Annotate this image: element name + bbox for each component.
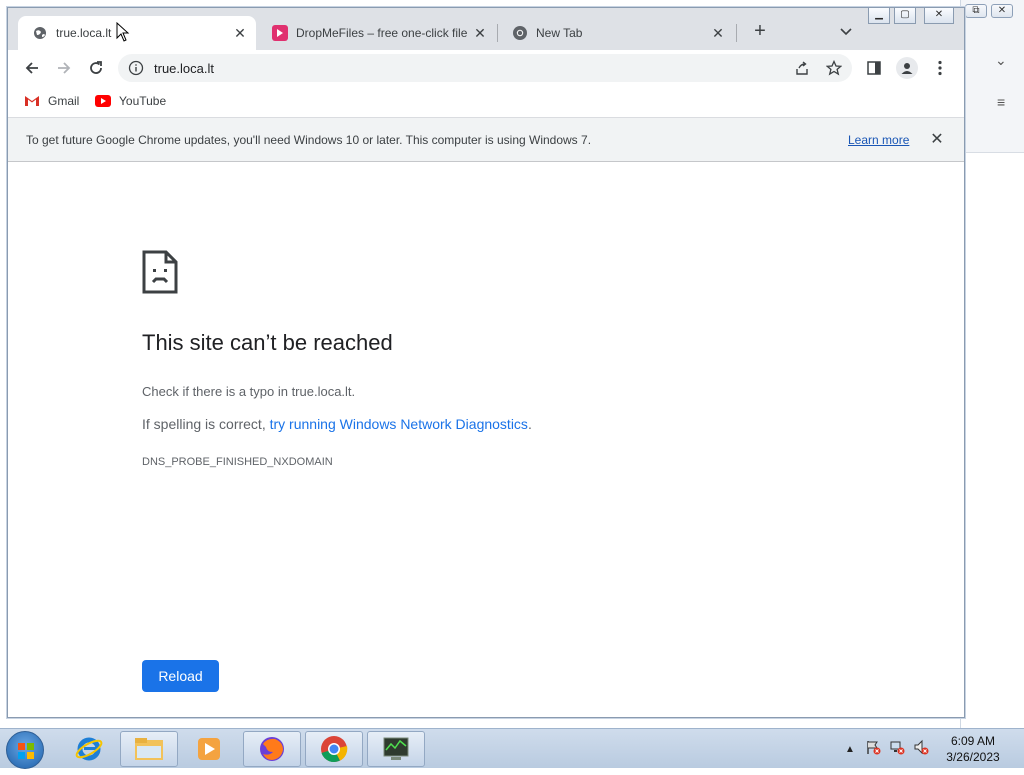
taskbar-chrome[interactable] [305, 731, 363, 767]
firefox-icon [260, 737, 284, 761]
error-title: This site can’t be reached [142, 330, 393, 355]
infobar-message: To get future Google Chrome updates, you… [26, 133, 592, 147]
address-bar[interactable]: true.loca.lt [118, 54, 852, 82]
tab-search-chevron-icon[interactable] [837, 22, 855, 42]
taskbar-firefox[interactable] [243, 731, 301, 767]
tab-strip: true.loca.lt ✕ DropMeFiles – free one-cl… [8, 8, 964, 50]
menu-lines-icon[interactable]: ≡ [997, 94, 1005, 110]
error-typo-hint: Check if there is a typo in true.loca.lt… [142, 384, 356, 399]
close-tab-icon[interactable]: ✕ [232, 25, 248, 41]
back-arrow-icon [25, 62, 38, 74]
file-explorer-icon [135, 738, 163, 760]
tab-separator [736, 24, 737, 42]
diagnostics-suffix: . [527, 416, 532, 432]
bookmark-youtube[interactable]: YouTube [95, 92, 166, 110]
tab-title: true.loca.lt [56, 26, 112, 40]
taskbar-clock[interactable]: 6:09 AM 3/26/2023 [944, 733, 1002, 765]
bookmarks-bar: Gmail YouTube [8, 86, 964, 116]
reload-button[interactable] [84, 56, 108, 80]
taskbar-network-monitor[interactable] [367, 731, 425, 767]
internet-explorer-icon [75, 737, 103, 761]
taskbar: ▲ 6:09 AM 3/26/2023 [0, 728, 1024, 769]
chrome-icon [321, 736, 348, 763]
dropmefiles-icon [272, 25, 288, 41]
globe-icon [32, 25, 48, 41]
taskbar-file-explorer[interactable] [120, 731, 178, 767]
address-url[interactable]: true.loca.lt [154, 61, 214, 76]
start-button[interactable] [6, 731, 44, 769]
close-window-button[interactable]: ✕ [924, 8, 954, 24]
background-window: ⧉ ✕ ⌄ ≡ [960, 0, 1024, 728]
gmail-icon [24, 94, 40, 108]
taskbar-media-player[interactable] [180, 731, 238, 767]
chrome-icon [512, 25, 528, 41]
minimize-button[interactable]: ▁ [868, 8, 890, 24]
system-tray: ▲ [845, 731, 929, 767]
network-monitor-icon [383, 737, 409, 760]
action-center-flag-icon[interactable] [865, 739, 881, 760]
clock-date: 3/26/2023 [946, 750, 1000, 764]
close-infobar-icon[interactable]: ✕ [928, 129, 946, 149]
error-diagnostics-hint: If spelling is correct, try running Wind… [142, 416, 532, 432]
background-close-button[interactable]: ✕ [991, 4, 1013, 18]
back-button[interactable] [20, 56, 44, 80]
update-infobar: To get future Google Chrome updates, you… [8, 117, 964, 162]
tab-title: DropMeFiles – free one-click file [296, 26, 468, 40]
maximize-button[interactable]: ▢ [894, 8, 916, 24]
kebab-menu-icon[interactable] [930, 58, 950, 78]
youtube-icon [95, 94, 111, 108]
chrome-window: true.loca.lt ✕ DropMeFiles – free one-cl… [7, 7, 965, 718]
network-icon[interactable] [889, 739, 905, 760]
taskbar-internet-explorer[interactable] [60, 731, 118, 767]
tab-dropmefiles[interactable]: DropMeFiles – free one-click file ✕ [258, 16, 496, 50]
bookmark-gmail[interactable]: Gmail [24, 92, 79, 110]
forward-arrow-icon [58, 62, 71, 74]
tab-true-loca-lt[interactable]: true.loca.lt ✕ [18, 16, 256, 50]
error-page: This site can’t be reached Check if ther… [8, 162, 964, 717]
refresh-icon [90, 61, 102, 74]
bookmark-label: Gmail [48, 94, 80, 108]
error-code: DNS_PROBE_FINISHED_NXDOMAIN [142, 456, 333, 468]
close-tab-icon[interactable]: ✕ [710, 25, 726, 41]
chevron-down-icon[interactable]: ⌄ [995, 52, 1007, 69]
diagnostics-prefix: If spelling is correct, [142, 416, 270, 432]
learn-more-link[interactable]: Learn more [848, 133, 909, 147]
share-icon[interactable] [794, 60, 810, 76]
close-tab-icon[interactable]: ✕ [472, 25, 488, 41]
info-icon [128, 60, 144, 76]
windows-logo-icon [18, 743, 34, 759]
mouse-cursor-icon [116, 22, 130, 42]
show-hidden-icons[interactable]: ▲ [845, 744, 855, 755]
forward-button[interactable] [52, 56, 76, 80]
tab-new-tab[interactable]: New Tab ✕ [498, 16, 734, 50]
background-window-toolbar [961, 0, 1024, 153]
sad-page-icon [142, 250, 178, 294]
side-panel-icon[interactable] [864, 58, 884, 78]
reload-page-button[interactable]: Reload [142, 660, 219, 692]
clock-time: 6:09 AM [950, 734, 996, 748]
tab-title: New Tab [536, 26, 583, 40]
bookmark-label: YouTube [119, 94, 167, 108]
volume-muted-icon[interactable] [913, 739, 929, 760]
toolbar: true.loca.lt [8, 50, 964, 86]
new-tab-button[interactable]: + [750, 21, 770, 42]
media-player-icon [198, 738, 220, 760]
profile-avatar-icon[interactable] [896, 57, 918, 79]
background-restore-button[interactable]: ⧉ [965, 4, 987, 18]
bookmark-star-icon[interactable] [826, 60, 842, 76]
network-diagnostics-link[interactable]: try running Windows Network Diagnostics [270, 416, 528, 432]
